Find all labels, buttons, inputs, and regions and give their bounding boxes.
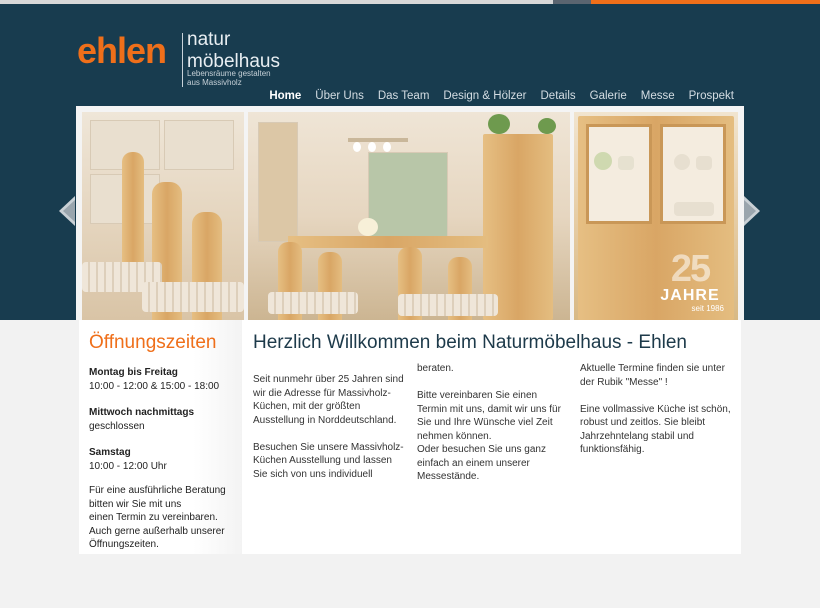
hours-time: geschlossen (89, 420, 145, 432)
welcome-paragraph: Seit nunmehr über 25 Jahren sind wir die… (253, 374, 404, 426)
opening-hours-sidebar: Öffnungszeiten Montag bis Freitag 10:00 … (79, 320, 242, 554)
logo-subtitle: natur möbelhaus (187, 29, 280, 73)
welcome-paragraph: beraten. (417, 363, 454, 374)
welcome-paragraph: Bitte vereinbaren Sie einen Termin mit u… (417, 390, 561, 442)
logo-subtitle-line1: natur (187, 29, 231, 50)
welcome-paragraph: Besuchen Sie unsere Massivholz-Küchen Au… (253, 441, 404, 480)
hours-day: Mittwoch nachmittags (89, 407, 195, 418)
arrow-left-icon[interactable] (59, 196, 75, 226)
slide-image-dining-room (248, 112, 570, 320)
nav-item-design-hoelzer[interactable]: Design & Hölzer (436, 89, 533, 103)
appointment-note: Für eine ausführliche Beratung bitten wi… (89, 484, 226, 552)
anniversary-since: seit 1986 (691, 304, 724, 313)
opening-hours-title: Öffnungszeiten (89, 332, 217, 353)
nav-item-prospekt[interactable]: Prospekt (682, 89, 741, 103)
content-area: Öffnungszeiten Montag bis Freitag 10:00 … (79, 320, 741, 554)
hours-block-wednesday: Mittwoch nachmittags geschlossen (89, 406, 194, 433)
logo-divider (182, 33, 183, 87)
hours-time: 10:00 - 12:00 & 15:00 - 18:00 (89, 380, 220, 392)
appointment-note-line: Öffnungszeiten. (89, 539, 159, 550)
welcome-column-2: beraten. Bitte vereinbaren Sie einen Ter… (417, 362, 569, 497)
main-nav: Home Über Uns Das Team Design & Hölzer D… (262, 89, 741, 103)
hours-block-weekdays: Montag bis Freitag 10:00 - 12:00 & 15:00… (89, 366, 219, 393)
image-slider[interactable]: 25 JAHRE seit 1986 (76, 106, 744, 320)
arrow-right-icon[interactable] (744, 196, 760, 226)
nav-item-messe[interactable]: Messe (634, 89, 682, 103)
hours-day: Samstag (89, 447, 131, 458)
welcome-paragraph: Eine vollmassive Küche ist schön, robust… (580, 403, 731, 456)
anniversary-word: JAHRE (660, 287, 720, 304)
slide-image-chairs (82, 112, 244, 320)
logo-tagline-line1: Lebensräume gestalten (187, 69, 271, 78)
welcome-column-3: Aktuelle Termine finden sie unter der Ru… (580, 362, 732, 470)
nav-item-home[interactable]: Home (262, 89, 308, 103)
anniversary-badge: 25 JAHRE seit 1986 (652, 248, 728, 313)
welcome-column-1: Seit nunmehr über 25 Jahren sind wir die… (253, 373, 405, 495)
appointment-note-line: bitten wir Sie mit uns (89, 498, 182, 510)
appointment-note-line: Für eine ausführliche Beratung (89, 485, 226, 496)
anniversary-number: 25 (670, 248, 711, 290)
welcome-paragraph: Aktuelle Termine finden sie unter der Ru… (580, 363, 725, 388)
logo-tagline: Lebensräume gestalten aus Massivholz (187, 69, 297, 87)
slide-image-cabinet: 25 JAHRE seit 1986 (574, 112, 738, 320)
hours-day: Montag bis Freitag (89, 367, 178, 378)
welcome-title: Herzlich Willkommen beim Naturmöbelhaus … (253, 332, 687, 353)
hours-time: 10:00 - 12:00 Uhr (89, 460, 167, 472)
logo-tagline-line2: aus Massivholz (187, 78, 242, 87)
nav-item-details[interactable]: Details (534, 89, 583, 103)
appointment-note-line: Auch gerne außerhalb unserer (89, 525, 225, 537)
nav-item-galerie[interactable]: Galerie (583, 89, 634, 103)
appointment-note-line: einen Termin zu vereinbaren. (89, 512, 218, 523)
nav-item-das-team[interactable]: Das Team (371, 89, 437, 103)
hours-block-saturday: Samstag 10:00 - 12:00 Uhr (89, 446, 167, 473)
welcome-paragraph: Oder besuchen Sie uns ganz einfach an ei… (417, 444, 546, 482)
logo-wordmark: ehlen (77, 30, 167, 71)
nav-item-ueber-uns[interactable]: Über Uns (308, 89, 371, 103)
